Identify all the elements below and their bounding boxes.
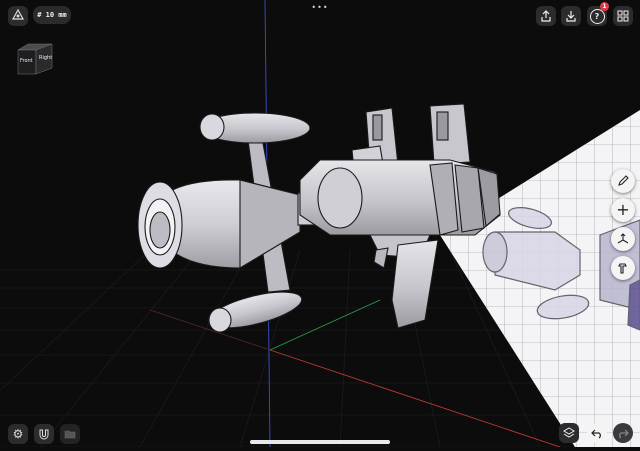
grid-size-label: # 10 mm [37,11,67,19]
more-menu-button[interactable]: ••• [311,2,329,12]
more-dots-icon: ••• [311,2,329,12]
share-icon [540,7,552,26]
view-cube-right-label: Right [39,55,53,61]
transform-tool-button[interactable] [611,227,635,251]
hammer-icon [617,259,629,278]
scene-canvas[interactable] [0,0,640,448]
layers-button[interactable] [559,423,579,443]
3d-model [137,103,501,333]
undo-icon [591,424,603,443]
download-button[interactable] [561,6,581,26]
folder-icon [64,425,76,444]
magnet-icon [38,425,50,444]
view-cube-front-label: Front [20,58,33,64]
grid-size-button[interactable]: # 10 mm [33,6,71,24]
notification-count: 1 [602,3,607,10]
pencil-icon [617,172,629,191]
axis-gizmo-icon [11,7,25,26]
axis-gizmo-button[interactable] [8,6,28,26]
x-axis-line [269,349,561,448]
redo-icon [617,424,629,443]
download-icon [565,7,577,26]
grid-menu-button[interactable] [613,6,633,26]
files-button[interactable] [60,424,80,444]
home-indicator [250,440,390,444]
redo-button[interactable] [613,423,633,443]
view-cube[interactable]: Front Right [14,42,54,78]
gear-icon: ⚙ [12,427,24,441]
share-button[interactable] [536,6,556,26]
snap-button[interactable] [34,424,54,444]
plus-icon: + [616,200,630,219]
layers-icon [563,424,575,443]
grid-menu-icon [617,7,629,26]
modify-tool-button[interactable] [611,256,635,280]
transform-axes-icon [617,230,629,249]
3d-viewport[interactable] [0,0,640,448]
add-shape-button[interactable]: + [611,198,635,222]
notification-badge: 1 [600,2,609,11]
undo-button[interactable] [587,423,607,443]
sketch-tool-button[interactable] [611,169,635,193]
settings-button[interactable]: ⚙ [8,424,28,444]
